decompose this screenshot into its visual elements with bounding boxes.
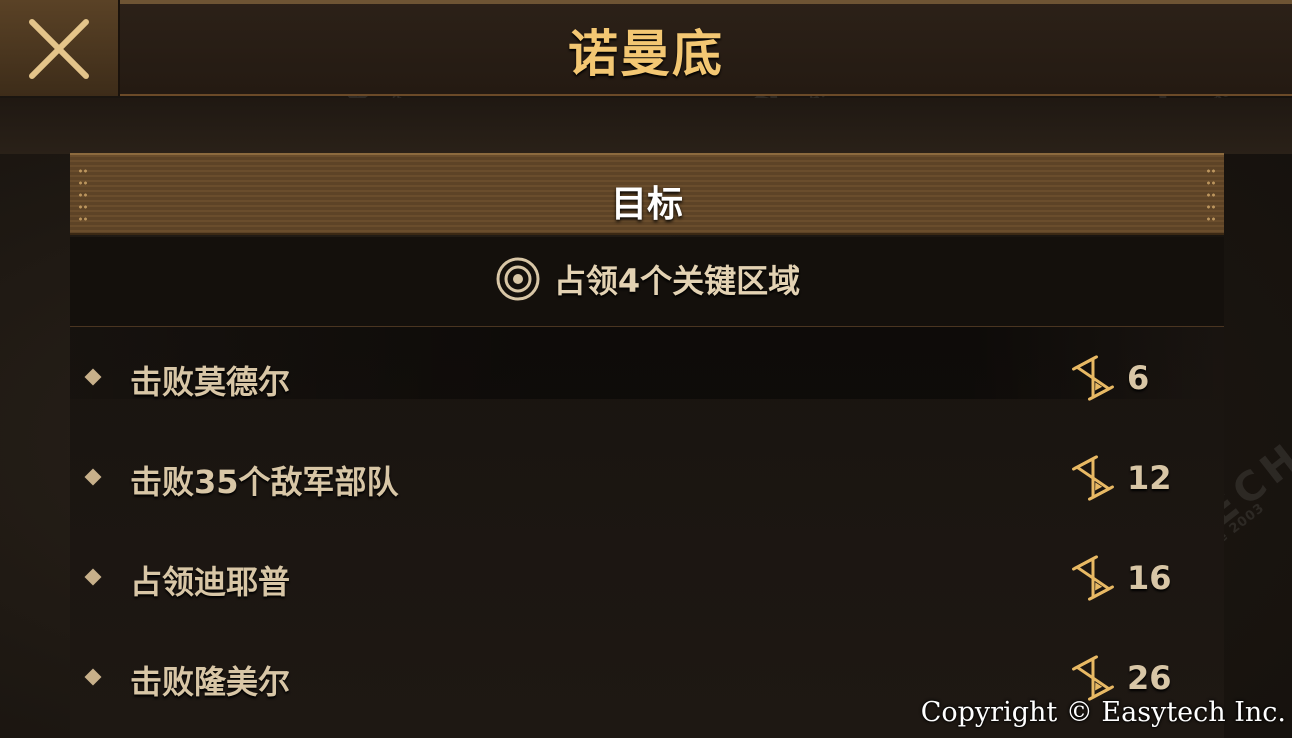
turn-count: 6 — [1127, 359, 1150, 397]
task-label: 击败35个敌军部队 — [130, 463, 399, 501]
task-row[interactable]: 占领迪耶普 16 — [70, 527, 1224, 627]
objectives-header: 目标 — [70, 153, 1224, 235]
mission-screen: EASY TECHSince 2003 EASY TECHSince 2003 … — [0, 0, 1292, 738]
main-goal: 占领4个关键区域 — [70, 237, 1224, 327]
task-label: 占领迪耶普 — [130, 563, 291, 601]
task-row[interactable]: 击败35个敌军部队 12 — [70, 427, 1224, 527]
bullet-diamond-icon — [84, 568, 102, 586]
turn-count: 12 — [1127, 459, 1172, 497]
hourglass-icon — [1072, 655, 1114, 701]
hourglass-icon — [1072, 455, 1114, 501]
target-icon — [496, 257, 540, 301]
page-title: 诺曼底 — [568, 25, 724, 83]
objectives-title: 目标 — [610, 184, 683, 225]
hourglass-icon — [1072, 355, 1114, 401]
task-list: 击败莫德尔 6 击败35个敌军部队 12 占领迪耶普 16 击败隆美尔 26 — [70, 327, 1224, 738]
task-label: 击败隆美尔 — [130, 663, 291, 701]
bullet-diamond-icon — [84, 668, 102, 686]
bullet-diamond-icon — [84, 468, 102, 486]
hourglass-icon — [1072, 555, 1114, 601]
bullet-diamond-icon — [84, 368, 102, 386]
top-bar: 诺曼底 — [0, 0, 1292, 96]
task-label: 击败莫德尔 — [130, 363, 291, 401]
copyright-notice: Copyright © Easytech Inc. — [920, 697, 1286, 728]
turn-count: 26 — [1127, 659, 1172, 697]
background-band — [0, 98, 1292, 154]
turn-count: 16 — [1127, 559, 1172, 597]
task-row[interactable]: 击败莫德尔 6 — [70, 327, 1224, 401]
main-goal-text: 占领4个关键区域 — [553, 262, 801, 300]
